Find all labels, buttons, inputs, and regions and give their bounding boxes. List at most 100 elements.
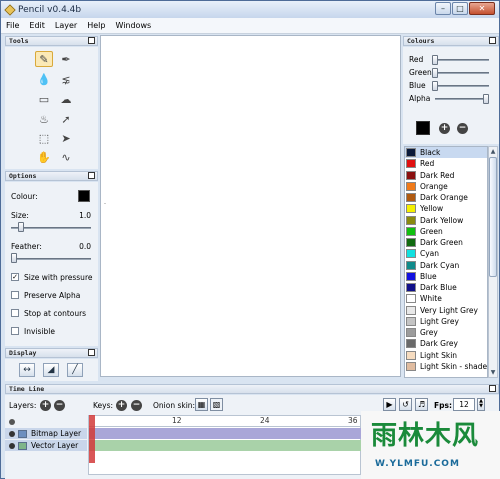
size-value: 1.0 [79, 211, 91, 220]
colour-swatch[interactable] [78, 190, 90, 202]
close-button[interactable]: ✕ [469, 2, 495, 15]
menu-edit[interactable]: Edit [24, 21, 50, 30]
checkbox[interactable] [11, 327, 19, 335]
window-title: Pencil v0.4.4b [18, 4, 82, 15]
colour-list-item[interactable]: Very Light Grey [405, 305, 487, 316]
drawing-canvas[interactable] [100, 35, 401, 377]
colours-panel-header[interactable]: Colours [403, 36, 499, 46]
colour-chip [406, 305, 416, 315]
ink-tool-icon[interactable]: 💧 [35, 71, 53, 87]
colour-list-item[interactable]: Dark Yellow [405, 215, 487, 226]
colours-float-button[interactable] [489, 37, 496, 44]
colour-list-item[interactable]: Grey [405, 327, 487, 338]
thin-lines-icon[interactable]: ◢ [43, 363, 59, 377]
channel-slider-thumb[interactable] [432, 81, 438, 91]
colour-list-item[interactable]: Cyan [405, 248, 487, 259]
mirror-horizontal-icon[interactable]: ↔ [19, 363, 35, 377]
add-key-button[interactable]: + [116, 400, 127, 411]
tools-panel-header[interactable]: Tools [5, 36, 98, 46]
colour-list-item[interactable]: Orange [405, 181, 487, 192]
playhead[interactable] [89, 415, 95, 463]
colour-list-item[interactable]: Dark Red [405, 170, 487, 181]
colour-list-item[interactable]: Light Grey [405, 316, 487, 327]
colour-list-item[interactable]: Dark Grey [405, 338, 487, 349]
bitmap-layer-track[interactable] [89, 428, 361, 439]
visibility-icon[interactable] [9, 442, 15, 449]
onion-next-icon[interactable]: ▧ [210, 398, 223, 411]
colour-list-item[interactable]: Dark Orange [405, 192, 487, 203]
visibility-all-icon[interactable] [9, 418, 15, 425]
checkbox-label: Size with pressure [24, 273, 93, 282]
timeline-header[interactable]: Time Line [5, 384, 499, 394]
feather-slider-thumb[interactable] [11, 253, 17, 263]
brush-tool-icon[interactable]: ✒ [57, 51, 75, 67]
sound-button-icon[interactable]: ♬ [415, 398, 428, 411]
tools-float-button[interactable] [88, 37, 95, 44]
layer-row-vector[interactable]: Vector Layer [5, 440, 87, 451]
current-colour-swatch[interactable] [416, 121, 430, 135]
outlines-icon[interactable]: ╱ [67, 363, 83, 377]
menu-file[interactable]: File [1, 21, 24, 30]
eraser-tool-icon[interactable]: ▭ [35, 91, 53, 107]
hand-tool-icon[interactable]: ✋ [35, 149, 53, 165]
colour-list-item[interactable]: White [405, 293, 487, 304]
checkbox[interactable]: ✓ [11, 273, 19, 281]
brush-stroke-tool-icon[interactable]: ∿ [57, 149, 75, 165]
remove-colour-button[interactable]: − [457, 123, 468, 134]
display-panel-header[interactable]: Display [5, 348, 98, 358]
checkbox[interactable] [11, 309, 19, 317]
onion-prev-icon[interactable]: ▦ [195, 398, 208, 411]
polyline-tool-icon[interactable]: ⋦ [57, 71, 75, 87]
fps-input[interactable]: 12 [453, 398, 475, 411]
add-colour-button[interactable]: + [439, 123, 450, 134]
scroll-down-arrow-icon[interactable]: ▼ [489, 368, 497, 377]
pencil-tool-icon[interactable]: ✎ [35, 51, 53, 67]
checkbox[interactable] [11, 291, 19, 299]
minimize-button[interactable]: – [435, 2, 451, 15]
display-float-button[interactable] [88, 349, 95, 356]
colour-list-item[interactable]: Light Skin - shade [405, 361, 487, 372]
channel-slider-thumb[interactable] [432, 68, 438, 78]
colour-list-item[interactable]: Red [405, 158, 487, 169]
timeline-float-button[interactable] [489, 385, 496, 392]
frame-ruler[interactable]: 12 24 36 [88, 415, 361, 427]
eyedropper-tool-icon[interactable]: ➚ [57, 111, 75, 127]
select-tool-icon[interactable]: ⬚ [35, 130, 53, 146]
colour-chip [406, 148, 416, 158]
colour-list-item[interactable]: Light Skin [405, 350, 487, 361]
colour-list-item[interactable]: Dark Green [405, 237, 487, 248]
colour-list-item[interactable]: Black [405, 147, 487, 159]
play-button-icon[interactable]: ▶ [383, 398, 396, 411]
colour-list-item[interactable]: Dark Blue [405, 282, 487, 293]
remove-layer-button[interactable]: − [54, 400, 65, 411]
loop-button-icon[interactable]: ↺ [399, 398, 412, 411]
scroll-up-arrow-icon[interactable]: ▲ [489, 147, 497, 156]
menu-windows[interactable]: Windows [110, 21, 156, 30]
add-layer-button[interactable]: + [40, 400, 51, 411]
options-float-button[interactable] [88, 172, 95, 179]
move-tool-icon[interactable]: ➤ [57, 130, 75, 146]
visibility-icon[interactable] [9, 430, 15, 437]
fps-spinner-icon[interactable]: ▲ ▼ [477, 398, 485, 411]
colour-list-item[interactable]: Green [405, 226, 487, 237]
smudge-tool-icon[interactable]: ☁ [57, 91, 75, 107]
display-panel: ↔ ◢ ╱ [5, 359, 98, 381]
options-panel-header[interactable]: Options [5, 171, 98, 181]
menu-help[interactable]: Help [82, 21, 110, 30]
scroll-thumb[interactable] [489, 157, 497, 277]
maximize-button[interactable]: □ [452, 2, 468, 15]
layer-row-bitmap[interactable]: Bitmap Layer [5, 428, 87, 439]
colour-list-item[interactable]: Yellow [405, 203, 487, 214]
colour-chip [406, 339, 416, 349]
vector-layer-track[interactable] [89, 440, 361, 451]
colour-list-scrollbar[interactable]: ▲ ▼ [488, 146, 498, 378]
bucket-tool-icon[interactable]: ♨ [35, 111, 53, 127]
size-slider-thumb[interactable] [18, 222, 25, 232]
remove-key-button[interactable]: − [131, 400, 142, 411]
menu-layer[interactable]: Layer [50, 21, 82, 30]
channel-slider-thumb[interactable] [432, 55, 438, 65]
channel-slider-thumb[interactable] [483, 94, 489, 104]
colour-list-item[interactable]: Blue [405, 271, 487, 282]
colour-name: White [420, 294, 442, 304]
colour-list-item[interactable]: Dark Cyan [405, 260, 487, 271]
